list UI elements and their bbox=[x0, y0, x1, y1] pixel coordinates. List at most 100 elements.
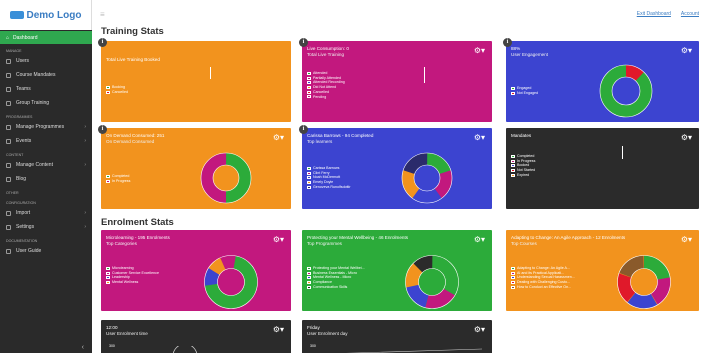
exit-dashboard-link[interactable]: Exit Dashboard bbox=[637, 11, 671, 17]
legend-swatch bbox=[106, 85, 110, 89]
legend-swatch bbox=[511, 280, 515, 284]
chart-legend: Completed In Progress Booked Not Started Exp… bbox=[511, 154, 535, 178]
chart-legend: Booking Cancelled bbox=[106, 85, 128, 94]
legend-swatch bbox=[511, 91, 515, 95]
training-stats-heading: Training Stats bbox=[101, 26, 164, 37]
card-subtitle: Top learners bbox=[307, 138, 333, 144]
legend-label: Mental Wellness bbox=[112, 280, 139, 285]
gear-icon[interactable]: ⚙▾ bbox=[474, 133, 485, 142]
top-learners-card: i Carissa Barrows - 94 Completed Top lear… bbox=[299, 125, 492, 209]
chevron-right-icon: › bbox=[84, 210, 86, 216]
chart-legend: Adapting to Change: An Agile A... AI and … bbox=[511, 266, 575, 290]
sidebar-section-label: OTHER bbox=[6, 191, 19, 195]
sidebar-item-events[interactable]: Events › bbox=[0, 134, 92, 148]
legend-swatch bbox=[511, 159, 515, 163]
logo-text: Demo Logo bbox=[26, 9, 82, 21]
legend-swatch bbox=[511, 285, 515, 289]
card-subtitle: On Demand Consumed bbox=[106, 138, 155, 144]
microlearning-card: Microlearning - 195 Enrolments Top Catego… bbox=[101, 230, 291, 311]
card-subtitle: Top Categories bbox=[106, 240, 137, 246]
legend-swatch bbox=[307, 81, 311, 85]
gear-icon[interactable]: ⚙▾ bbox=[474, 235, 485, 244]
legend-swatch bbox=[106, 271, 110, 275]
y-axis-tick: 300 bbox=[109, 344, 115, 348]
legend-item[interactable]: In Progress bbox=[106, 179, 130, 184]
nav-item-icon bbox=[6, 224, 11, 230]
topbar: ≡ Exit Dashboard Account bbox=[92, 0, 705, 30]
top-learners-donut-chart bbox=[401, 152, 453, 204]
legend-item[interactable]: Genoveva Runolfsdottir bbox=[307, 185, 351, 190]
nav-item-icon bbox=[6, 138, 11, 144]
legend-swatch bbox=[106, 174, 110, 178]
enrolment-day-chart bbox=[344, 348, 482, 353]
legend-label: Not Engaged bbox=[517, 90, 538, 95]
chart-legend: Attended Partially Attended Attended Recor… bbox=[307, 71, 345, 99]
sidebar-item-blog[interactable]: Blog bbox=[0, 172, 92, 186]
chevron-right-icon: › bbox=[84, 224, 86, 230]
legend-item[interactable]: Expired bbox=[511, 173, 535, 178]
legend-swatch bbox=[511, 276, 515, 280]
gear-icon[interactable]: ⚙▾ bbox=[681, 235, 692, 244]
chevron-right-icon: › bbox=[84, 162, 86, 168]
nav-item-icon bbox=[6, 58, 11, 64]
chevron-right-icon: › bbox=[84, 124, 86, 130]
home-icon: ⌂ bbox=[6, 34, 10, 41]
legend-item[interactable]: Pending bbox=[307, 95, 345, 100]
gear-icon[interactable]: ⚙▾ bbox=[273, 235, 284, 244]
sidebar-item-label: Group Training bbox=[16, 100, 50, 106]
legend-item[interactable]: Communication Skills bbox=[307, 285, 365, 290]
legend-swatch bbox=[106, 276, 110, 280]
legend-item[interactable]: Not Engaged bbox=[511, 91, 538, 96]
legend-swatch bbox=[307, 166, 311, 170]
card-subtitle: User Enrolment time bbox=[106, 330, 148, 336]
chart-legend: Completed In Progress bbox=[106, 174, 130, 183]
info-icon[interactable]: i bbox=[98, 38, 107, 47]
protecting-card: Protecting your Mental Wellbeing - 46 En… bbox=[302, 230, 492, 311]
chart-legend: Microlearning Customer Service Excellence… bbox=[106, 266, 159, 285]
card-title: Mandates bbox=[511, 133, 532, 138]
nav-item-icon bbox=[6, 210, 11, 216]
legend-swatch bbox=[511, 271, 515, 275]
sidebar-item-group-training[interactable]: Group Training bbox=[0, 96, 92, 110]
gear-icon[interactable]: ⚙▾ bbox=[681, 133, 692, 142]
on-demand-card: i On Demand Consumed: 251 On Demand Consu… bbox=[98, 125, 291, 209]
sidebar-item-manage-content[interactable]: Manage Content › bbox=[0, 158, 92, 172]
sidebar-item-label: Dashboard bbox=[13, 34, 38, 41]
gear-icon[interactable]: ⚙▾ bbox=[273, 133, 284, 142]
sidebar-item-label: Users bbox=[16, 58, 30, 64]
gear-icon[interactable]: ⚙▾ bbox=[273, 325, 284, 334]
sidebar-item-manage-programmes[interactable]: Manage Programmes › bbox=[0, 120, 92, 134]
legend-swatch bbox=[307, 171, 311, 175]
legend-label: Cancelled bbox=[112, 89, 128, 94]
sidebar-item-course-mandates[interactable]: Course Mandates bbox=[0, 68, 92, 82]
sidebar-item-settings[interactable]: Settings › bbox=[0, 220, 92, 234]
sidebar-item-label: Settings bbox=[16, 224, 35, 230]
chart-legend: Protecting your Mental Wellbei... Busines… bbox=[307, 266, 365, 290]
sidebar-item-import[interactable]: Import › bbox=[0, 206, 92, 220]
sidebar-item-label: Blog bbox=[16, 176, 27, 182]
app-logo[interactable]: Demo Logo bbox=[0, 0, 92, 30]
sidebar-item-teams[interactable]: Teams bbox=[0, 82, 92, 96]
engagement-card: i 88% User Engagement ⚙▾ Engaged Not Engag… bbox=[503, 38, 699, 122]
legend-swatch bbox=[106, 280, 110, 284]
gear-icon[interactable]: ⚙▾ bbox=[474, 325, 485, 334]
legend-item[interactable]: How to Conduct an Effective On... bbox=[511, 285, 575, 290]
gear-icon[interactable]: ⚙▾ bbox=[474, 46, 485, 55]
legend-swatch bbox=[307, 276, 311, 280]
sidebar-item-user-guide[interactable]: User Guide bbox=[0, 244, 92, 258]
legend-item[interactable]: Cancelled bbox=[106, 90, 128, 95]
sidebar-item-dashboard[interactable]: ⌂ Dashboard bbox=[0, 31, 92, 44]
enrolment-time-card: 12:00 User Enrolment time ⚙▾ 300 bbox=[101, 320, 291, 353]
microlearning-donut-chart bbox=[204, 255, 258, 309]
legend-label: Genoveva Runolfsdottir bbox=[313, 184, 351, 189]
sidebar-item-users[interactable]: Users bbox=[0, 54, 92, 68]
legend-swatch bbox=[511, 266, 515, 270]
menu-toggle-icon[interactable]: ≡ bbox=[100, 10, 105, 19]
legend-swatch bbox=[307, 280, 311, 284]
legend-label: Communication Skills bbox=[313, 284, 348, 289]
legend-item[interactable]: Mental Wellness bbox=[106, 280, 159, 285]
gear-icon[interactable]: ⚙▾ bbox=[681, 46, 692, 55]
collapse-sidebar-button[interactable]: ‹ bbox=[82, 344, 84, 351]
account-link[interactable]: Account bbox=[681, 11, 699, 17]
nav-item-icon bbox=[6, 100, 11, 106]
